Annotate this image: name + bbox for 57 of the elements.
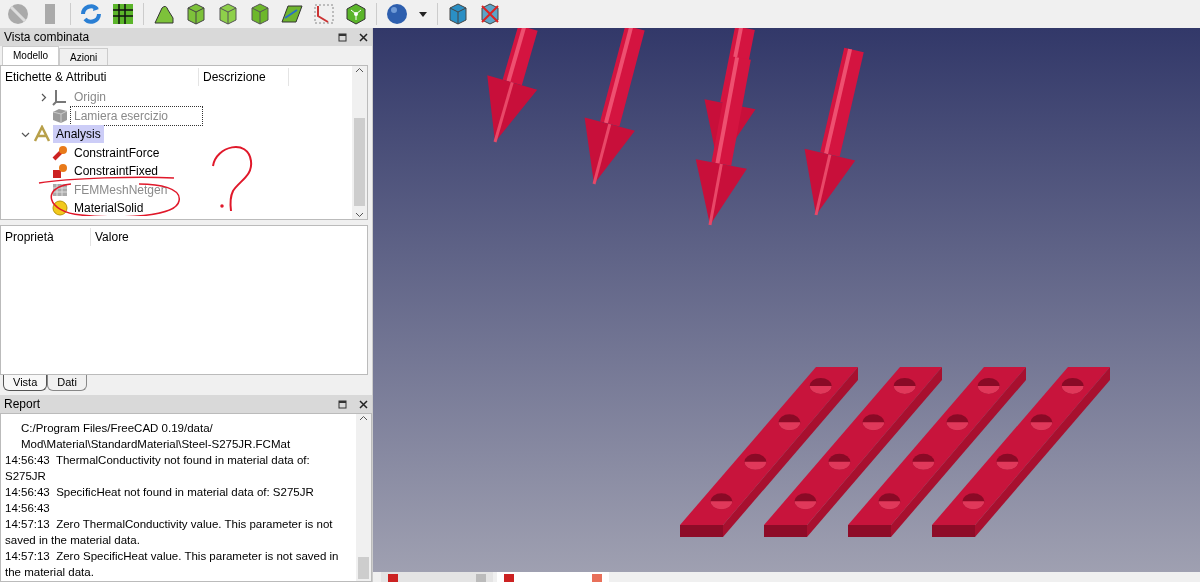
question-mark-drawing (212, 146, 253, 212)
tab[interactable]: Modello (2, 46, 60, 65)
expand-caret-icon[interactable] (39, 92, 48, 102)
sphere-icon[interactable] (385, 2, 409, 26)
column-header: Descrizione (199, 68, 289, 86)
log-line: 14:57:13 Zero SpecificHeat value. This parameter is not saved in the material data. (5, 549, 340, 580)
cube-icon[interactable] (216, 2, 240, 26)
log-line: 14:56:43 SpecificHeat not found in material data of: S275JR (5, 485, 315, 500)
clip-box-icon[interactable] (478, 2, 502, 26)
solid-icon (51, 106, 69, 125)
log-line: 14:57:13 Zero ThermalConductivity value. This parameter is not saved in the material data. (5, 517, 334, 548)
close-icon[interactable] (359, 32, 368, 42)
tree-item[interactable]: MaterialSolid (71, 199, 147, 218)
refresh-icon[interactable] (79, 2, 103, 26)
material-icon (51, 199, 69, 218)
tab[interactable]: Vista (3, 375, 48, 391)
scroll-down-icon[interactable] (355, 210, 364, 219)
box-view-icon[interactable] (446, 2, 470, 26)
tree-item[interactable]: Origin (71, 88, 109, 107)
column-header: Valore (94, 229, 130, 246)
scrollbar[interactable] (352, 66, 367, 219)
cube-icon[interactable] (248, 2, 272, 26)
scrollbar[interactable] (356, 414, 371, 581)
tab[interactable]: Dati (47, 375, 87, 391)
document-icon (387, 572, 399, 582)
dock-title: Report (4, 396, 41, 413)
analysis-icon (33, 125, 51, 144)
scroll-thumb[interactable] (354, 118, 365, 206)
document-icon (503, 572, 515, 582)
scroll-thumb[interactable] (358, 557, 369, 579)
log-line: 14:56:43 (5, 501, 51, 516)
fixed-icon (51, 162, 69, 181)
constraint-icon[interactable] (312, 2, 336, 26)
dock-title: Vista combinata (4, 29, 90, 46)
tree-item[interactable]: Lamiera esercizio (71, 106, 203, 125)
scroll-up-icon[interactable] (359, 414, 368, 423)
tree-item[interactable]: Analysis (53, 125, 104, 144)
float-icon[interactable] (338, 32, 347, 42)
float-icon[interactable] (338, 399, 347, 409)
document-tab[interactable] (381, 572, 493, 582)
log-line: C:/Program Files/FreeCAD 0.19/data/ Mod\Material\StandardMaterial\Steel-S275JR.FCMat (20, 421, 292, 452)
tree-item[interactable]: FEMMeshNetgen (71, 180, 171, 199)
column-header: Etichette & Attributi (1, 68, 199, 86)
mesh-surface-icon[interactable] (280, 2, 304, 26)
log-line: 14:56:43 ThermalConductivity not found in material data of: S275JR (5, 453, 311, 484)
cube-icon[interactable] (184, 2, 208, 26)
scroll-up-icon[interactable] (355, 66, 364, 75)
column-header: Proprietà (1, 228, 91, 246)
grid-icon[interactable] (111, 2, 135, 26)
tab[interactable]: Azioni (59, 48, 109, 65)
origin-icon (51, 88, 69, 107)
close-icon[interactable] (359, 399, 368, 409)
tree-item[interactable]: ConstraintForce (71, 143, 163, 162)
force-icon (51, 143, 69, 162)
document-tab[interactable] (497, 572, 609, 582)
network-icon[interactable] (344, 2, 368, 26)
tree-item[interactable]: ConstraintFixed (71, 162, 162, 181)
